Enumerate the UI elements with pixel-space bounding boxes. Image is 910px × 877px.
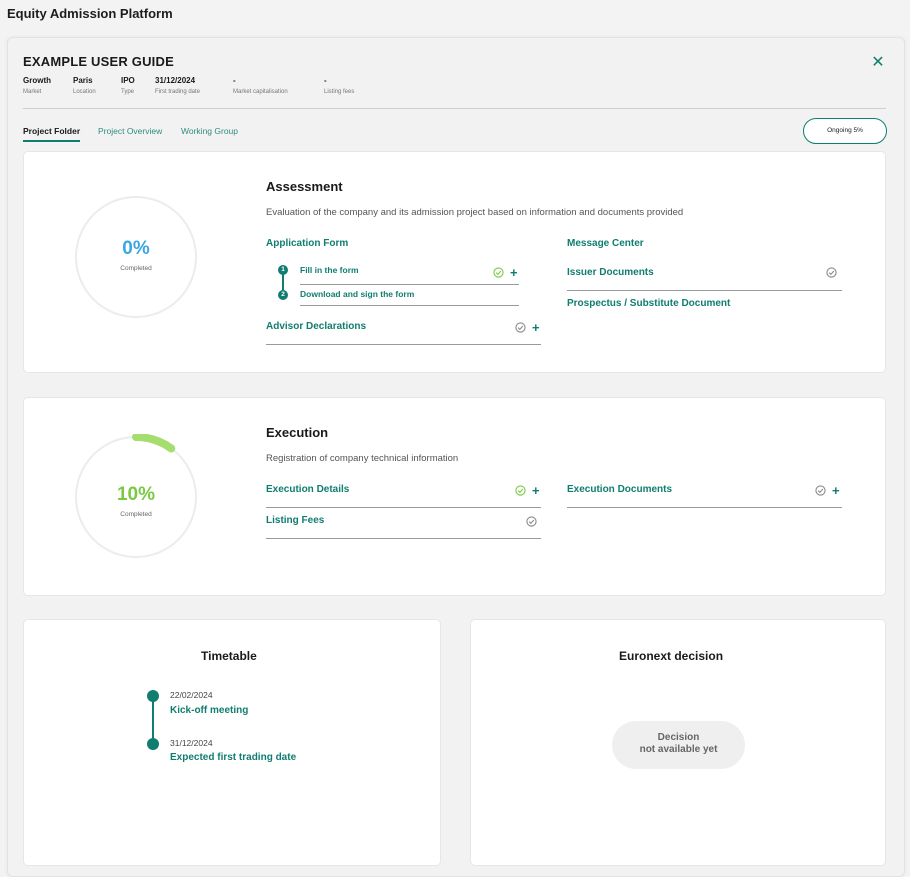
check-circle-icon [526, 516, 537, 527]
prospectus-link[interactable]: Prospectus / Substitute Document [567, 298, 730, 309]
execution-documents-link[interactable]: Execution Documents [567, 484, 672, 495]
plus-icon[interactable]: + [532, 321, 540, 334]
divider [567, 290, 842, 291]
issuer-documents-link[interactable]: Issuer Documents [567, 267, 654, 278]
tab-project-overview[interactable]: Project Overview [98, 126, 162, 136]
meta-listing-fees: - Listing fees [324, 76, 355, 95]
meta-market-capitalisation: - Market capitalisation [233, 76, 288, 95]
timeline-dot [147, 690, 159, 702]
execution-title: Execution [266, 425, 329, 440]
divider [300, 284, 519, 285]
check-circle-icon [815, 485, 826, 496]
decision-title: Euronext decision [619, 649, 724, 663]
divider [300, 305, 519, 306]
fill-form-link[interactable]: Fill in the form [300, 265, 359, 275]
check-circle-icon [515, 485, 526, 496]
execution-completed-label: Completed [120, 511, 152, 518]
project-title: EXAMPLE USER GUIDE [23, 54, 174, 69]
check-circle-icon [515, 322, 526, 333]
assessment-description: Evaluation of the company and its admiss… [266, 207, 684, 218]
assessment-completed-label: Completed [120, 265, 152, 272]
assessment-title: Assessment [266, 179, 343, 194]
app-title: Equity Admission Platform [7, 6, 173, 21]
step-2-badge: 2 [278, 290, 288, 300]
event-label: Expected first trading date [170, 752, 297, 763]
execution-details-link[interactable]: Execution Details [266, 484, 349, 495]
divider [266, 344, 541, 345]
application-form-link[interactable]: Application Form [266, 238, 348, 249]
step-1-badge: 1 [278, 265, 288, 275]
event-date: 22/02/2024 [170, 690, 213, 700]
plus-icon[interactable]: + [510, 266, 518, 279]
message-center-link[interactable]: Message Center [567, 238, 644, 249]
timeline-connector [152, 696, 154, 743]
event-label: Kick-off meeting [170, 705, 249, 716]
assessment-progress-value: 0% [122, 238, 150, 259]
timetable-title: Timetable [201, 649, 257, 663]
close-icon[interactable]: ✕ [869, 54, 887, 72]
divider [266, 507, 541, 508]
check-circle-icon [826, 267, 837, 278]
execution-description: Registration of company technical inform… [266, 453, 459, 464]
meta-first-trading-date: 31/12/2024 First trading date [155, 76, 201, 95]
download-sign-form-link[interactable]: Download and sign the form [300, 289, 414, 299]
event-date: 31/12/2024 [170, 738, 213, 748]
check-circle-icon [493, 267, 504, 278]
meta-type: IPO Type [121, 76, 135, 95]
tab-project-folder[interactable]: Project Folder [23, 126, 81, 142]
meta-location: Paris Location [73, 76, 96, 95]
listing-fees-link[interactable]: Listing Fees [266, 515, 324, 526]
execution-progress-value: 10% [116, 484, 156, 505]
decision-status-badge: Decision not available yet [612, 721, 745, 769]
status-button[interactable]: Ongoing 5% [803, 118, 887, 144]
divider [567, 507, 842, 508]
advisor-declarations-link[interactable]: Advisor Declarations [266, 321, 366, 332]
tab-working-group[interactable]: Working Group [181, 126, 238, 136]
plus-icon[interactable]: + [532, 484, 540, 497]
timeline-dot [147, 738, 159, 750]
plus-icon[interactable]: + [832, 484, 840, 497]
divider [266, 538, 541, 539]
header-divider [23, 108, 886, 109]
meta-market: Growth Market [23, 76, 51, 95]
